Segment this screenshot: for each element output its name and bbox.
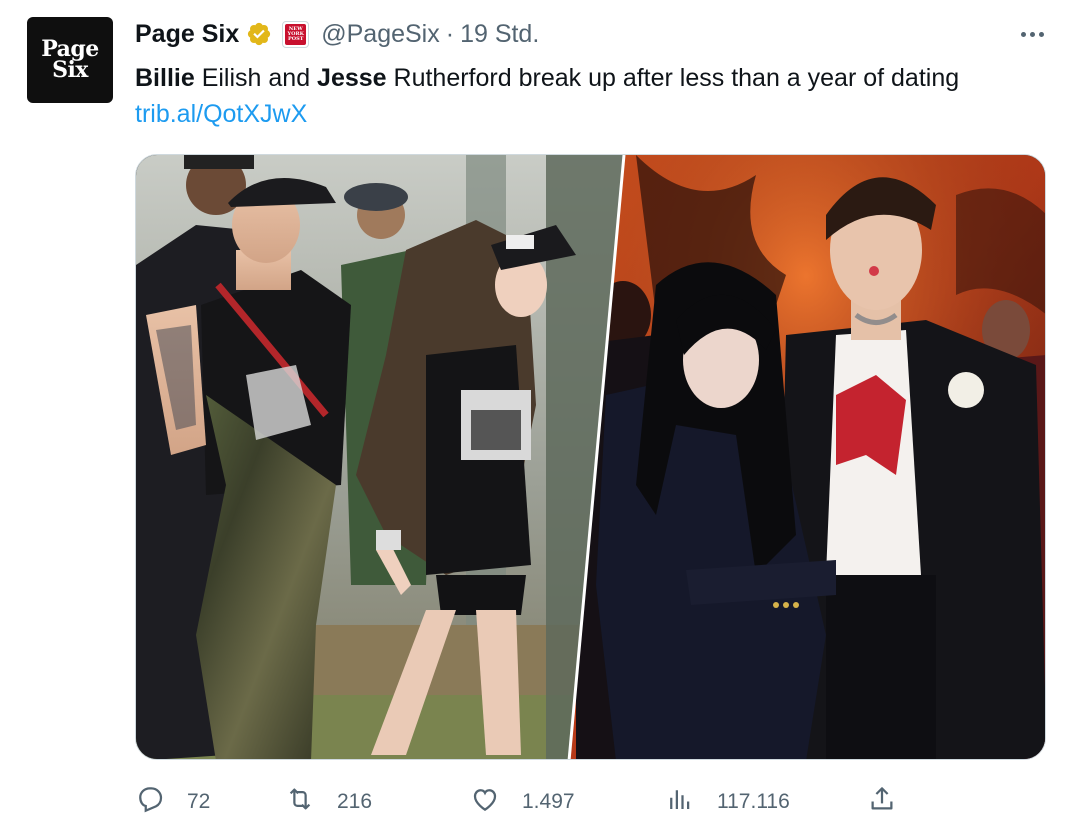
like-count: 1.497 bbox=[522, 790, 575, 813]
tweet-actions: 72 216 1.497 117.116 bbox=[135, 782, 1046, 822]
verified-badge-icon[interactable] bbox=[246, 21, 272, 47]
tweet-text-segment-1: Billie bbox=[135, 64, 195, 92]
account-name[interactable]: Page Six bbox=[135, 20, 239, 49]
reply-button[interactable]: 72 bbox=[135, 782, 210, 822]
left-photo bbox=[136, 155, 624, 759]
tweet-text: Billie Eilish and Jesse Rutherford break… bbox=[135, 60, 959, 96]
heart-icon bbox=[470, 784, 500, 820]
tweet-media[interactable] bbox=[135, 154, 1046, 760]
account-handle[interactable]: @PageSix bbox=[321, 20, 440, 49]
like-button[interactable]: 1.497 bbox=[470, 782, 575, 822]
tweet-text-segment-4: Rutherford break up after less than a ye… bbox=[386, 64, 960, 92]
tweet-timestamp[interactable]: 19 Std. bbox=[460, 20, 539, 49]
avatar[interactable]: Page Six bbox=[27, 17, 113, 103]
right-photo bbox=[569, 155, 1045, 759]
tweet[interactable]: Page Six Page Six NEW YORK POST @PageSix ·… bbox=[0, 0, 1072, 836]
tweet-text-segment-2: Eilish and bbox=[194, 64, 318, 92]
separator-dot: · bbox=[445, 19, 455, 48]
tweet-header: Page Six NEW YORK POST @PageSix · 19 Std. bbox=[135, 16, 539, 52]
views-icon bbox=[665, 784, 695, 820]
reply-icon bbox=[135, 784, 165, 820]
retweet-icon bbox=[285, 784, 315, 820]
views-count: 117.116 bbox=[717, 790, 790, 813]
share-icon bbox=[867, 784, 897, 820]
tweet-text-segment-3: Jesse bbox=[317, 64, 387, 92]
views-button[interactable]: 117.116 bbox=[665, 782, 790, 822]
share-button[interactable] bbox=[867, 782, 897, 822]
avatar-text-line2: Six bbox=[52, 57, 88, 83]
tweet-link[interactable]: trib.al/QotXJwX bbox=[135, 96, 307, 132]
more-icon[interactable] bbox=[1021, 22, 1044, 46]
affiliate-badge-icon[interactable]: NEW YORK POST bbox=[282, 20, 310, 48]
retweet-count: 216 bbox=[337, 790, 373, 813]
reply-count: 72 bbox=[187, 790, 211, 813]
retweet-button[interactable]: 216 bbox=[285, 782, 372, 822]
